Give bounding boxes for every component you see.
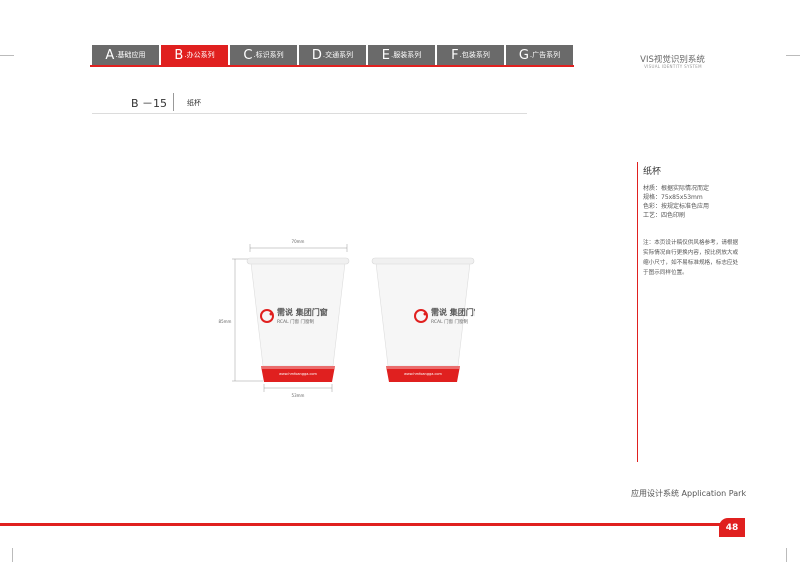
- paper-cup-figure: 70mm 85mm 需说 集团门窗 RCAL 门窗 门窗制 www.hmfoan…: [219, 239, 475, 398]
- footer-red-rule: [0, 523, 740, 526]
- dim-top-label: 70mm: [292, 239, 305, 244]
- title-underline: [92, 113, 527, 114]
- crop-mark: [12, 548, 13, 562]
- cup-website-back: www.hmfoangga.com: [404, 372, 443, 376]
- spec-note: 注：本页设计稿仅供风格参考，请根据实际情况自行更换内容，按比例放大或缩小尺寸，如…: [643, 240, 739, 276]
- spec-list: 材质：根据实际情况而定 规格：75x85x53mm 色彩：按规定标准色应用 工艺…: [643, 184, 709, 220]
- tab-a[interactable]: A .基础应用: [92, 45, 159, 65]
- tab-d[interactable]: D .交通系列: [299, 45, 366, 65]
- cup-logo-cn-back: 需说 集团门窗: [431, 307, 475, 317]
- spec-process: 工艺：四色印刷: [643, 212, 686, 219]
- cup-back: 需说 集团门窗 RCAL 门窗 门窗制 www.hmfoangga.com: [371, 257, 475, 382]
- dim-bottom-label: 53mm: [292, 393, 305, 398]
- cup-logo-cn: 需说 集团门窗: [277, 307, 328, 317]
- title-divider: [173, 93, 174, 111]
- section-tabs: A .基础应用 B .办公系列 C .标识系列 D .交通系列 E .服装系列 F .包装系…: [92, 45, 573, 65]
- cup-front: 70mm 85mm 需说 集团门窗 RCAL 门窗 门窗制 www.hmfoan…: [219, 239, 350, 398]
- crop-mark: [786, 548, 787, 562]
- tab-e[interactable]: E .服装系列: [368, 45, 435, 65]
- spec-material: 材质：根据实际情况而定: [643, 185, 710, 192]
- page-title: 纸杯: [187, 99, 201, 107]
- crop-mark: [0, 55, 14, 56]
- brand-subtitle: VISUAL IDENTITY SYSTEM: [644, 64, 702, 69]
- spec-color: 色彩：按规定标准色应用: [643, 203, 710, 210]
- spec-title: 纸杯: [643, 167, 662, 177]
- cup-logo-en: RCAL 门窗 门窗制: [277, 318, 314, 325]
- spec-size: 规格：75x85x53mm: [643, 194, 703, 201]
- tab-c[interactable]: C .标识系列: [230, 45, 297, 65]
- header-red-rule: [90, 65, 574, 67]
- tab-b[interactable]: B .办公系列: [161, 45, 228, 65]
- crop-mark: [786, 55, 800, 56]
- tab-f[interactable]: F .包装系列: [437, 45, 504, 65]
- page-code: B －15: [131, 97, 168, 110]
- dim-side-label: 85mm: [219, 319, 232, 324]
- page-number: 48: [719, 518, 745, 537]
- cup-logo-en-back: RCAL 门窗 门窗制: [431, 318, 468, 325]
- footer-section-label: 应用设计系统 Application Park: [631, 489, 747, 498]
- cup-website: www.hmfoangga.com: [279, 372, 318, 376]
- tab-g[interactable]: G .广告系列: [506, 45, 573, 65]
- spec-panel-rule: [637, 162, 638, 462]
